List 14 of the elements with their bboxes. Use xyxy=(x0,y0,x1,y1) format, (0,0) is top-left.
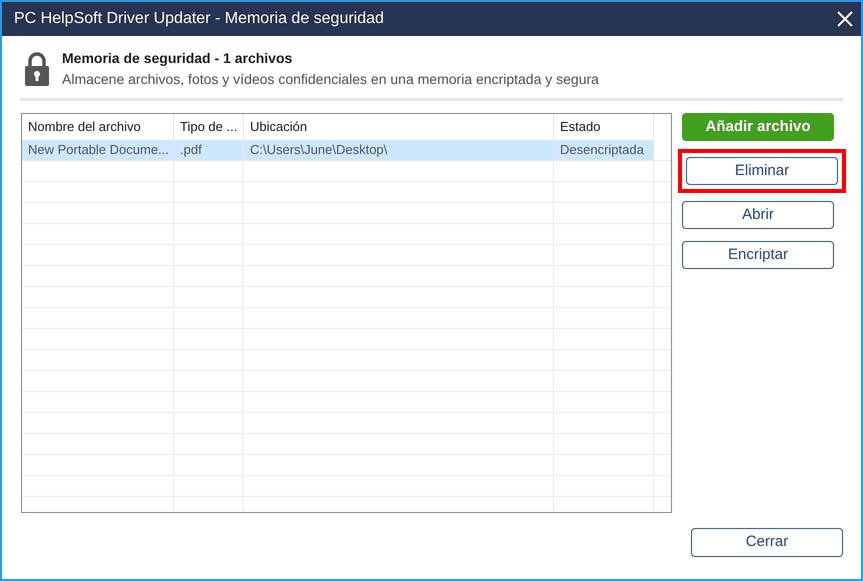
window-title: PC HelpSoft Driver Updater - Memoria de seguridad xyxy=(14,9,384,29)
table-row[interactable]: New Portable Docume... .pdf C:\Users\June\Desktop\ Desencriptada xyxy=(22,140,671,161)
header-subtitle: Almacene archivos, fotos y vídeos confidenciales en una memoria encriptada y segura xyxy=(62,70,599,89)
table-cell: C:\Users\June\Desktop\ xyxy=(244,140,554,160)
action-button[interactable]: Encriptar xyxy=(682,241,834,269)
table-cell: Desencriptada xyxy=(554,140,654,160)
header-title: Memoria de seguridad - 1 archivos xyxy=(62,49,294,68)
table-cell: .pdf xyxy=(174,140,244,160)
close-icon[interactable] xyxy=(837,11,853,27)
padlock-icon xyxy=(24,52,50,86)
action-button[interactable]: Abrir xyxy=(682,201,834,229)
table-cell: New Portable Docume... xyxy=(22,140,174,160)
action-button[interactable]: Eliminar xyxy=(686,157,838,185)
close-button[interactable]: Cerrar xyxy=(691,528,843,557)
